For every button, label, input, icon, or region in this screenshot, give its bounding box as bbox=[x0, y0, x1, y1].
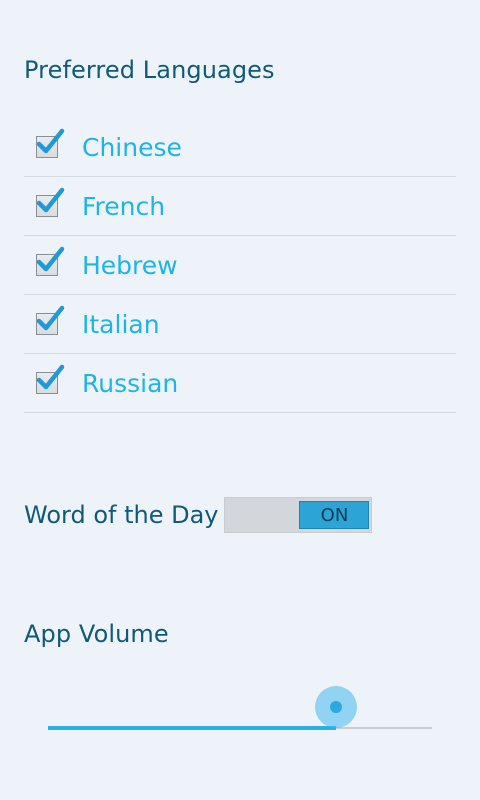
word-of-the-day-row: Word of the Day ON bbox=[24, 496, 373, 534]
language-label: Chinese bbox=[82, 132, 182, 162]
slider-fill bbox=[48, 726, 336, 730]
checkbox[interactable] bbox=[36, 128, 65, 158]
slider-thumb[interactable] bbox=[315, 686, 357, 728]
language-item-hebrew[interactable]: Hebrew bbox=[24, 236, 456, 295]
checkbox[interactable] bbox=[36, 187, 65, 217]
language-list: Chinese French Hebrew Italian Russian bbox=[24, 118, 456, 413]
checkbox[interactable] bbox=[36, 246, 65, 276]
language-label: French bbox=[82, 191, 166, 221]
word-of-the-day-toggle[interactable]: ON bbox=[224, 497, 373, 533]
language-label: Russian bbox=[82, 368, 179, 398]
language-item-russian[interactable]: Russian bbox=[24, 354, 456, 413]
checkmark-icon bbox=[36, 364, 65, 390]
language-label: Italian bbox=[82, 309, 160, 339]
checkmark-icon bbox=[36, 246, 65, 272]
word-of-the-day-label: Word of the Day bbox=[24, 501, 219, 529]
language-item-french[interactable]: French bbox=[24, 177, 456, 236]
checkmark-icon bbox=[36, 187, 65, 213]
language-item-chinese[interactable]: Chinese bbox=[24, 118, 456, 177]
app-volume-slider[interactable] bbox=[48, 686, 432, 730]
checkbox[interactable] bbox=[36, 364, 65, 394]
language-item-italian[interactable]: Italian bbox=[24, 295, 456, 354]
slider-thumb-dot bbox=[330, 701, 342, 713]
preferred-languages-title: Preferred Languages bbox=[24, 56, 275, 84]
checkmark-icon bbox=[36, 305, 65, 331]
language-label: Hebrew bbox=[82, 250, 178, 280]
checkbox[interactable] bbox=[36, 305, 65, 335]
toggle-on-knob[interactable]: ON bbox=[299, 501, 370, 529]
checkmark-icon bbox=[36, 128, 65, 154]
app-volume-title: App Volume bbox=[24, 620, 169, 648]
